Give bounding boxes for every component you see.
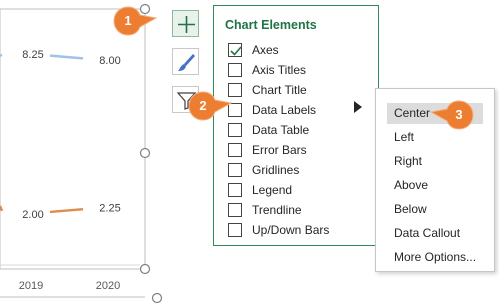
chart-element-label: Error Bars <box>252 143 307 157</box>
chart-element-label: Chart Title <box>252 83 307 97</box>
data-label[interactable]: 8.25 <box>22 49 43 61</box>
checkbox[interactable] <box>228 183 242 197</box>
x-tick-label: 2020 <box>96 280 120 292</box>
submenu-item[interactable]: Data Callout <box>387 223 483 244</box>
chart-element-label: Legend <box>252 183 293 197</box>
chart-element-row[interactable]: Legend <box>228 182 373 200</box>
data-label[interactable]: 2.25 <box>99 202 120 214</box>
selection-handle-bottom-corner[interactable] <box>151 292 163 304</box>
step-callout-2: 2 <box>187 90 235 127</box>
plus-icon <box>178 16 195 33</box>
step-callout-1: 1 <box>112 5 160 42</box>
check-icon <box>230 46 242 56</box>
checkbox[interactable] <box>228 143 242 157</box>
checkbox[interactable] <box>228 223 242 237</box>
panel-title: Chart Elements <box>225 18 317 32</box>
chart-element-label: Gridlines <box>252 163 300 177</box>
submenu-item[interactable]: More Options... <box>387 247 483 268</box>
chart-element-label: Up/Down Bars <box>252 223 330 237</box>
checkbox[interactable] <box>228 43 242 57</box>
submenu-arrow-icon[interactable] <box>354 101 362 113</box>
callout-number: 2 <box>199 98 207 113</box>
selection-handle-middle-right[interactable] <box>139 147 151 159</box>
chart-element-row[interactable]: Axes <box>228 42 373 60</box>
submenu-item[interactable]: Below <box>387 199 483 220</box>
chart-element-label: Trendline <box>252 203 302 217</box>
chart-elements-panel: Chart Elements Axes Axis Titles Chart Titl… <box>213 5 379 246</box>
chart-element-row[interactable]: Axis Titles <box>228 62 373 80</box>
callout-number: 1 <box>124 13 132 28</box>
chart-element-row[interactable]: Chart Title <box>228 82 373 100</box>
brush-icon <box>178 54 195 71</box>
submenu-item[interactable]: Above <box>387 175 483 196</box>
checkbox[interactable] <box>228 63 242 77</box>
chart-element-row[interactable]: Up/Down Bars <box>228 222 373 240</box>
chart-elements-button[interactable] <box>172 10 199 37</box>
series-1-line[interactable] <box>49 54 84 60</box>
chart-element-label: Axis Titles <box>252 63 307 77</box>
series-1-incoming-segment[interactable] <box>0 53 3 57</box>
selection-handle-bottom-right[interactable] <box>139 263 151 275</box>
chart-element-label: Axes <box>252 43 279 57</box>
chart-element-row[interactable]: Data Table <box>228 122 373 140</box>
x-tick-label: 2019 <box>19 280 43 292</box>
chart-element-row[interactable]: Error Bars <box>228 142 373 160</box>
step-callout-3: 3 <box>427 99 475 136</box>
chart-element-row[interactable]: Gridlines <box>228 162 373 180</box>
chart-element-row[interactable]: Data Labels <box>228 102 373 120</box>
chart-styles-button[interactable] <box>172 48 199 75</box>
chart-element-label: Data Table <box>252 123 310 137</box>
checkbox[interactable] <box>228 203 242 217</box>
chart-element-label: Data Labels <box>252 103 317 117</box>
data-label[interactable]: 2.00 <box>22 209 43 221</box>
chart-element-row[interactable]: Trendline <box>228 202 373 220</box>
series-2-line[interactable] <box>49 208 84 214</box>
checkbox[interactable] <box>228 163 242 177</box>
data-label[interactable]: 8.00 <box>99 55 120 67</box>
callout-number: 3 <box>455 107 463 122</box>
submenu-item[interactable]: Right <box>387 151 483 172</box>
